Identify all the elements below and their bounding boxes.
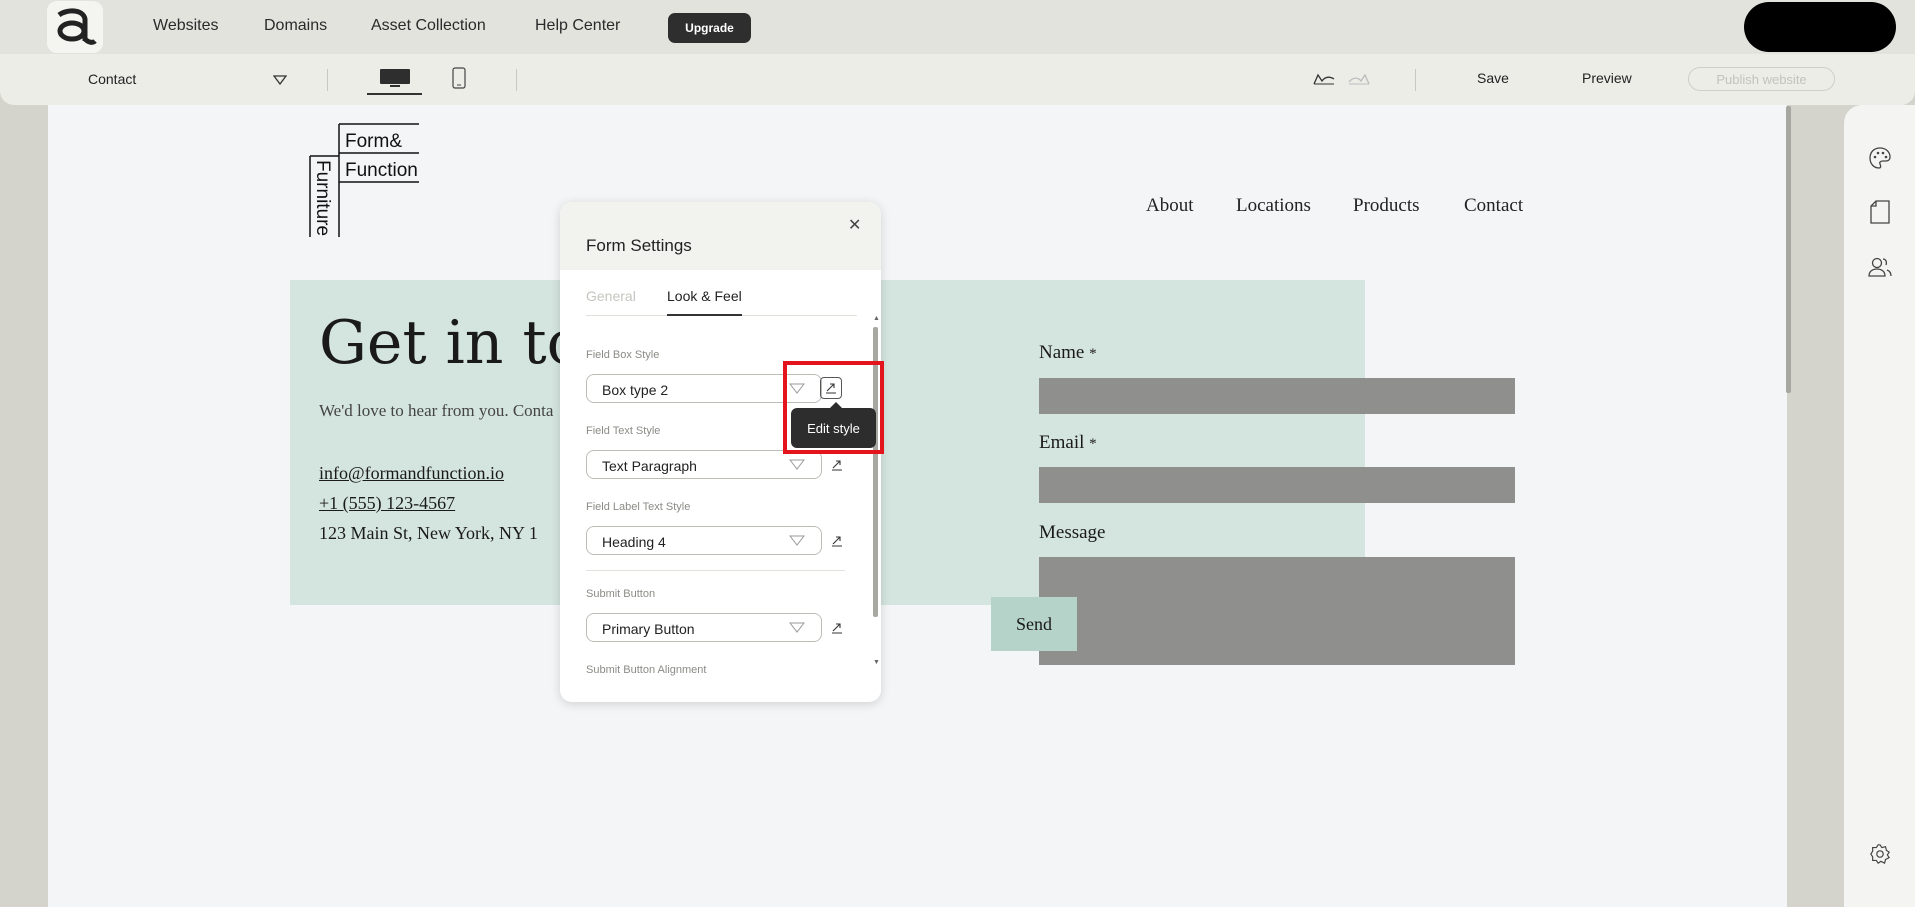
submit-button-label: Submit Button <box>586 588 656 600</box>
nav-websites[interactable]: Websites <box>153 17 219 35</box>
highlight-box <box>783 361 884 454</box>
canvas-scrollbar[interactable] <box>1786 106 1791 393</box>
submit-button-alignment-label: Submit Button Alignment <box>586 664 707 676</box>
tab-look-and-feel[interactable]: Look & Feel <box>667 288 742 304</box>
name-field[interactable] <box>1039 378 1515 414</box>
field-label-text-style-value: Heading 4 <box>602 534 666 550</box>
field-text-style-select[interactable]: Text Paragraph <box>586 450 822 479</box>
mobile-icon <box>452 67 466 89</box>
field-label-text-style-select[interactable]: Heading 4 <box>586 526 822 555</box>
contact-phone-link[interactable]: +1 (555) 123-4567 <box>319 493 455 514</box>
editor-toolbar: Contact Save Preview Publish website <box>0 54 1915 105</box>
nav-asset-collection[interactable]: Asset Collection <box>371 17 486 35</box>
chevron-down-icon[interactable] <box>273 75 287 85</box>
toolbar-divider <box>516 69 517 91</box>
site-nav-contact[interactable]: Contact <box>1464 195 1523 217</box>
field-label-text-style-label: Field Label Text Style <box>586 501 691 513</box>
section-divider <box>586 570 845 571</box>
hero-subtitle: We'd love to hear from you. Conta <box>319 401 554 420</box>
undo-icon[interactable] <box>1312 72 1336 86</box>
active-tab-indicator <box>667 314 742 316</box>
hero-title: Get in to <box>319 308 583 378</box>
modal-title: Form Settings <box>586 236 692 255</box>
email-label: Email * <box>1039 432 1097 453</box>
scroll-down-arrow[interactable]: ▼ <box>873 659 880 666</box>
field-box-style-label: Field Box Style <box>586 349 660 361</box>
pages-button[interactable] <box>1868 200 1892 224</box>
users-icon <box>1868 257 1892 277</box>
edit-style-icon <box>832 623 842 634</box>
gear-icon <box>1870 844 1891 865</box>
edit-submit-style-button[interactable] <box>829 620 845 636</box>
submit-button-value: Primary Button <box>602 621 695 637</box>
message-field[interactable] <box>1039 557 1515 665</box>
right-panel <box>1844 105 1915 907</box>
page-icon <box>1870 200 1890 224</box>
desktop-icon <box>379 68 410 87</box>
chevron-down-icon <box>789 622 805 633</box>
close-icon[interactable]: ✕ <box>848 215 861 235</box>
website-canvas: Form& Function Furniture About Locations… <box>48 105 1787 907</box>
app-logo[interactable] <box>47 1 103 53</box>
settings-button[interactable] <box>1868 842 1892 866</box>
preview-button[interactable]: Preview <box>1582 70 1632 86</box>
toolbar-divider <box>1415 69 1416 91</box>
nav-help-center[interactable]: Help Center <box>535 17 620 35</box>
app-logo-icon <box>57 8 97 45</box>
edit-text-style-button[interactable] <box>829 457 845 473</box>
scroll-up-arrow[interactable]: ▲ <box>873 315 880 322</box>
site-nav-locations[interactable]: Locations <box>1236 195 1311 217</box>
site-nav-about[interactable]: About <box>1146 195 1194 217</box>
site-logo[interactable]: Form& Function Furniture <box>305 122 425 237</box>
contact-address: 123 Main St, New York, NY 1 <box>319 523 538 543</box>
publish-website-button[interactable]: Publish website <box>1688 67 1835 91</box>
nav-domains[interactable]: Domains <box>264 17 327 35</box>
field-box-style-value: Box type 2 <box>602 382 669 398</box>
desktop-view-button[interactable] <box>367 62 422 95</box>
site-logo-line2: Function <box>345 160 418 181</box>
mobile-view-button[interactable] <box>449 64 469 92</box>
palette-icon <box>1869 147 1891 169</box>
avatar[interactable] <box>1744 2 1896 52</box>
site-logo-line1: Form& <box>345 131 402 152</box>
users-button[interactable] <box>1868 255 1892 279</box>
field-text-style-label: Field Text Style <box>586 425 661 437</box>
site-nav-products[interactable]: Products <box>1353 195 1420 217</box>
chevron-down-icon <box>789 535 805 546</box>
top-nav: Websites Domains Asset Collection Help C… <box>0 0 1915 54</box>
toolbar-divider <box>327 69 328 91</box>
contact-email-link[interactable]: info@formandfunction.io <box>319 463 504 484</box>
edit-label-style-button[interactable] <box>829 533 845 549</box>
field-text-style-value: Text Paragraph <box>602 458 697 474</box>
name-label: Name * <box>1039 342 1097 363</box>
message-label: Message <box>1039 522 1106 543</box>
email-field[interactable] <box>1039 467 1515 503</box>
palette-button[interactable] <box>1868 146 1892 170</box>
page-select[interactable]: Contact <box>88 71 136 87</box>
redo-icon[interactable] <box>1347 72 1371 86</box>
edit-style-icon <box>832 460 842 471</box>
send-button[interactable]: Send <box>991 597 1077 651</box>
submit-button-select[interactable]: Primary Button <box>586 613 822 642</box>
edit-style-icon <box>832 536 842 547</box>
chevron-down-icon <box>789 459 805 470</box>
tab-general[interactable]: General <box>586 288 636 304</box>
upgrade-button[interactable]: Upgrade <box>668 13 751 43</box>
site-logo-vertical: Furniture <box>312 160 333 236</box>
save-button[interactable]: Save <box>1477 70 1509 86</box>
